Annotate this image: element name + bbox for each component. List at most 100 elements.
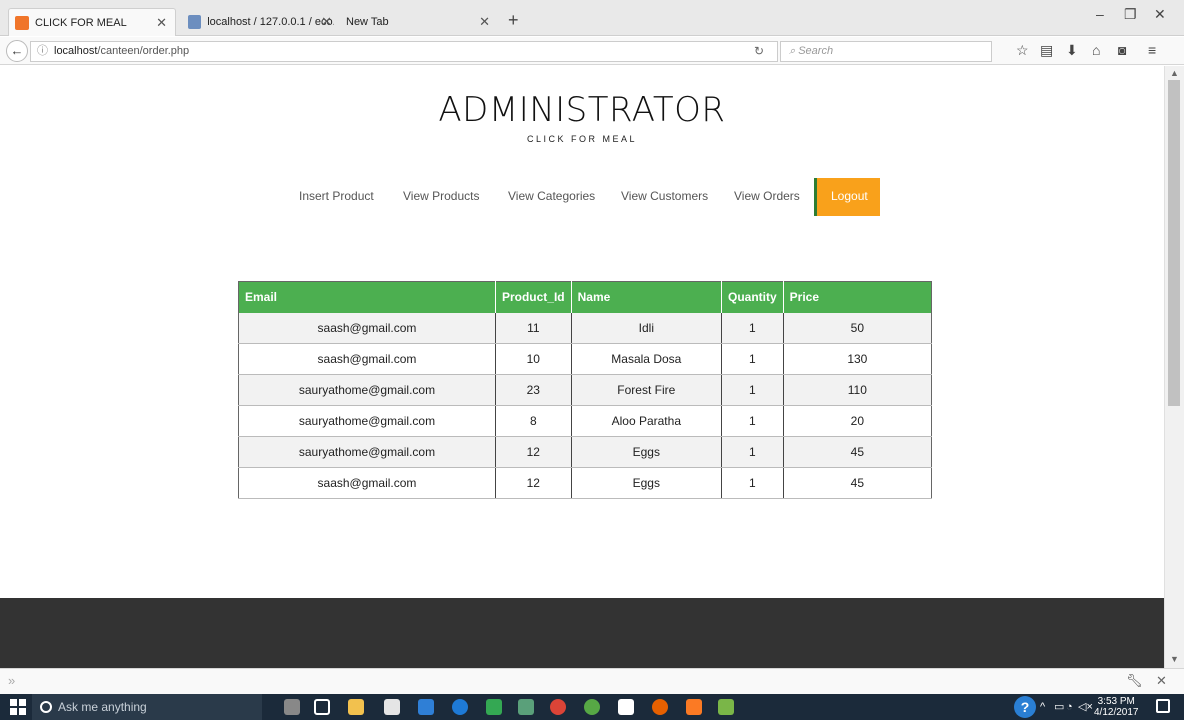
chrome-icon[interactable] bbox=[550, 699, 566, 715]
cell-product-id: 8 bbox=[495, 405, 572, 437]
cell-quantity: 1 bbox=[721, 374, 784, 406]
cell-name: Eggs bbox=[571, 436, 722, 468]
windows-start-icon[interactable] bbox=[10, 699, 26, 715]
column-header-email: Email bbox=[238, 281, 496, 313]
table-row: saash@gmail.com 10 Masala Dosa 1 130 bbox=[238, 343, 932, 375]
cell-name: Idli bbox=[571, 312, 722, 344]
orders-table: Email Product_Id Name Quantity Price saa… bbox=[238, 281, 932, 499]
cell-price: 20 bbox=[783, 405, 932, 437]
edge-browser-icon[interactable] bbox=[452, 699, 468, 715]
cell-email: saash@gmail.com bbox=[238, 343, 496, 375]
new-tab-plus-icon[interactable]: + bbox=[508, 10, 519, 31]
firefox-icon[interactable] bbox=[652, 699, 668, 715]
address-bar[interactable]: ⓘ localhost/canteen/order.php bbox=[30, 41, 778, 62]
action-center-icon[interactable] bbox=[1156, 699, 1170, 713]
page-footer bbox=[0, 598, 1164, 668]
hamburger-menu-icon[interactable]: ≡ bbox=[1148, 42, 1156, 58]
cell-price: 50 bbox=[783, 312, 932, 344]
logout-button[interactable]: Logout bbox=[814, 178, 880, 216]
tripadvisor-icon[interactable] bbox=[486, 699, 502, 715]
cell-name: Aloo Paratha bbox=[571, 405, 722, 437]
restore-window-icon[interactable]: ❐ bbox=[1124, 6, 1137, 23]
pocket-icon[interactable]: ◙ bbox=[1118, 42, 1126, 58]
close-window-icon[interactable]: ✕ bbox=[1154, 6, 1166, 23]
cell-email: sauryathome@gmail.com bbox=[238, 436, 496, 468]
close-tab-icon[interactable]: ✕ bbox=[321, 14, 332, 30]
scroll-down-icon[interactable]: ▼ bbox=[1170, 654, 1179, 664]
site-info-icon[interactable]: ⓘ bbox=[37, 45, 48, 57]
utorrent-icon[interactable] bbox=[584, 699, 600, 715]
bookmark-star-icon[interactable]: ☆ bbox=[1016, 42, 1029, 59]
scroll-up-icon[interactable]: ▲ bbox=[1170, 68, 1179, 78]
volume-icon[interactable]: ◁× bbox=[1078, 694, 1093, 720]
scrollbar-thumb[interactable] bbox=[1168, 80, 1180, 406]
dropbox-icon[interactable] bbox=[418, 699, 434, 715]
cell-email: saash@gmail.com bbox=[238, 467, 496, 499]
double-chevron-icon[interactable]: » bbox=[8, 673, 15, 688]
app-icon[interactable] bbox=[518, 699, 534, 715]
cell-quantity: 1 bbox=[721, 405, 784, 437]
battery-icon[interactable]: ▭ bbox=[1054, 694, 1064, 720]
nav-view-products[interactable]: View Products bbox=[403, 178, 479, 216]
phpmyadmin-favicon-icon bbox=[188, 15, 202, 29]
nav-view-customers[interactable]: View Customers bbox=[621, 178, 708, 216]
vertical-scrollbar[interactable]: ▲ ▼ bbox=[1164, 66, 1184, 668]
column-header-name: Name bbox=[571, 281, 722, 313]
cortana-circle-icon bbox=[40, 701, 52, 713]
store-icon[interactable] bbox=[384, 699, 400, 715]
url-path: /canteen/order.php bbox=[97, 45, 190, 57]
cell-quantity: 1 bbox=[721, 467, 784, 499]
close-bar-icon[interactable]: ✕ bbox=[1156, 673, 1167, 689]
notepad-icon[interactable] bbox=[618, 699, 634, 715]
tab-title: localhost / 127.0.0.1 / eco... bbox=[207, 16, 334, 28]
system-clock[interactable]: 3:53 PM 4/12/2017 bbox=[1094, 696, 1139, 718]
tab-title: New Tab bbox=[346, 16, 389, 28]
reload-icon[interactable]: ↻ bbox=[754, 44, 764, 58]
search-placeholder: Search bbox=[798, 45, 834, 57]
wrench-icon[interactable]: 🔧︎ bbox=[1126, 673, 1143, 689]
task-view-icon[interactable] bbox=[314, 699, 330, 715]
nav-view-categories[interactable]: View Categories bbox=[508, 178, 595, 216]
wifi-icon[interactable]: ◔ bbox=[1066, 694, 1073, 720]
tab-click-for-meal[interactable]: CLICK FOR MEAL ✕ bbox=[8, 8, 176, 36]
help-icon[interactable]: ? bbox=[1014, 696, 1036, 718]
cell-product-id: 23 bbox=[495, 374, 572, 406]
microphone-icon[interactable] bbox=[284, 699, 300, 715]
site-favicon-icon bbox=[15, 15, 29, 30]
cell-product-id: 12 bbox=[495, 467, 572, 499]
nav-view-orders[interactable]: View Orders bbox=[734, 178, 800, 216]
browser-navigation-bar: ← ⓘ localhost/canteen/order.php ↻ ⌕ Searc… bbox=[0, 37, 1184, 65]
cortana-search-box[interactable]: Ask me anything bbox=[32, 694, 262, 720]
page-subtitle: CLICK FOR MEAL bbox=[526, 134, 637, 144]
cell-name: Eggs bbox=[571, 467, 722, 499]
table-row: saash@gmail.com 12 Eggs 1 45 bbox=[238, 467, 932, 499]
page-viewport: ADMINISTRATOR CLICK FOR MEAL Insert Prod… bbox=[0, 66, 1164, 668]
cell-quantity: 1 bbox=[721, 312, 784, 344]
url-host: localhost bbox=[54, 45, 98, 57]
clock-time: 3:53 PM bbox=[1097, 696, 1135, 707]
download-icon[interactable]: ⬇ bbox=[1066, 42, 1078, 59]
back-arrow-icon[interactable]: ← bbox=[6, 40, 28, 62]
close-tab-icon[interactable]: ✕ bbox=[156, 15, 167, 31]
cell-name: Masala Dosa bbox=[571, 343, 722, 375]
cell-price: 130 bbox=[783, 343, 932, 375]
reading-list-icon[interactable]: ▤ bbox=[1040, 42, 1053, 59]
nav-insert-product[interactable]: Insert Product bbox=[299, 178, 374, 216]
minimize-window-icon[interactable]: – bbox=[1096, 6, 1104, 22]
notepad-plus-plus-icon[interactable] bbox=[718, 699, 734, 715]
cell-price: 45 bbox=[783, 467, 932, 499]
tray-chevron-icon[interactable]: ^ bbox=[1040, 694, 1045, 720]
close-tab-icon[interactable]: ✕ bbox=[479, 14, 490, 30]
table-row: sauryathome@gmail.com 12 Eggs 1 45 bbox=[238, 436, 932, 468]
browser-status-bar: » 🔧︎ ✕ bbox=[0, 668, 1184, 694]
windows-taskbar: Ask me anything ? ^ ▭ ◔ ◁× 3:53 PM 4/12/… bbox=[0, 694, 1184, 720]
tab-new-tab[interactable]: New Tab ✕ bbox=[340, 8, 498, 36]
xampp-icon[interactable] bbox=[686, 699, 702, 715]
cell-quantity: 1 bbox=[721, 343, 784, 375]
cell-quantity: 1 bbox=[721, 436, 784, 468]
home-icon[interactable]: ⌂ bbox=[1092, 42, 1100, 58]
search-input[interactable]: ⌕ Search bbox=[780, 41, 992, 62]
file-explorer-icon[interactable] bbox=[348, 699, 364, 715]
tab-phpmyadmin[interactable]: localhost / 127.0.0.1 / eco... ✕ bbox=[182, 8, 340, 36]
table-header-row: Email Product_Id Name Quantity Price bbox=[238, 281, 932, 313]
